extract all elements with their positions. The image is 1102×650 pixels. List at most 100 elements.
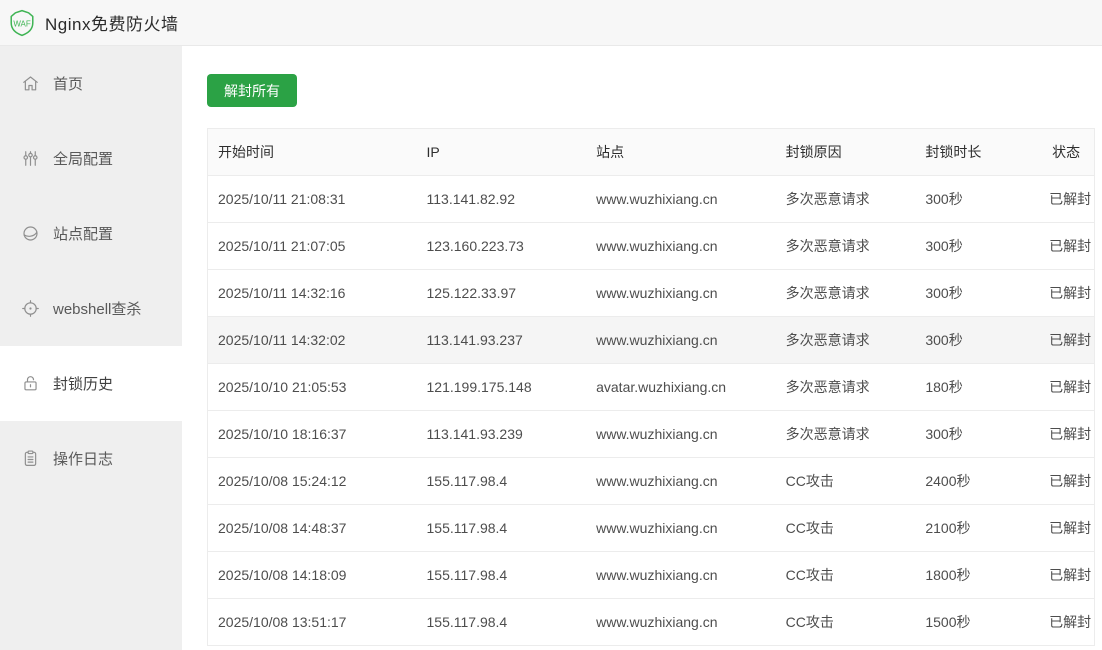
cell-status: 已解封 [1049, 473, 1092, 489]
cell-status: 已解封 [1049, 426, 1092, 442]
sidebar-item-webshell-scan[interactable]: webshell查杀 [0, 271, 182, 346]
main-content: 解封所有 开始时间 IP 站点 封锁原因 封锁时长 状态 2025/10/11 … [182, 46, 1102, 650]
cell-site: avatar.wuzhixiang.cn [596, 379, 727, 395]
cell-status: 已解封 [1049, 520, 1092, 536]
sidebar: 首页 全局配置 站点配置 webshell查杀 封锁历史 操作日志 [0, 46, 182, 650]
cell-site: www.wuzhixiang.cn [596, 426, 718, 442]
cell-status: 已解封 [1049, 379, 1092, 395]
cell-time: 2025/10/10 21:05:53 [218, 379, 347, 395]
cell-duration: 300秒 [925, 332, 963, 348]
cell-duration: 300秒 [925, 426, 963, 442]
column-header-site: 站点 [596, 144, 625, 160]
cell-status: 已解封 [1049, 285, 1092, 301]
app-header: WAF Nginx免费防火墙 [0, 0, 1102, 46]
sidebar-item-operation-log[interactable]: 操作日志 [0, 421, 182, 496]
cell-time: 2025/10/08 13:51:17 [218, 614, 347, 630]
table-row[interactable]: 2025/10/08 15:24:12 155.117.98.4 www.wuzhi… [208, 458, 1094, 505]
table-row[interactable]: 2025/10/10 21:05:53 121.199.175.148 avatar… [208, 364, 1094, 411]
sidebar-item-label: 首页 [53, 76, 84, 93]
cell-site: www.wuzhixiang.cn [596, 520, 718, 536]
cell-status: 已解封 [1049, 191, 1092, 207]
sliders-icon [21, 149, 40, 168]
cell-duration: 300秒 [925, 238, 963, 254]
home-icon [21, 74, 40, 93]
table-header-row: 开始时间 IP 站点 封锁原因 封锁时长 状态 [208, 129, 1094, 176]
sidebar-item-label: 封锁历史 [53, 376, 114, 393]
cell-duration: 1800秒 [925, 567, 971, 583]
column-header-start-time: 开始时间 [218, 144, 274, 160]
cell-time: 2025/10/08 14:48:37 [218, 520, 347, 536]
cell-ip: 155.117.98.4 [426, 614, 508, 630]
column-header-duration: 封锁时长 [925, 144, 982, 160]
globe-icon [21, 224, 40, 243]
cell-reason: 多次恶意请求 [785, 379, 870, 395]
page-title: Nginx免费防火墙 [45, 15, 179, 34]
cell-ip: 155.117.98.4 [426, 520, 508, 536]
sidebar-item-label: 操作日志 [53, 451, 114, 468]
cell-reason: 多次恶意请求 [785, 426, 870, 442]
cell-site: www.wuzhixiang.cn [596, 238, 718, 254]
cell-ip: 113.141.82.92 [426, 191, 516, 207]
table-row[interactable]: 2025/10/08 14:48:37 155.117.98.4 www.wuzhi… [208, 505, 1094, 552]
cell-ip: 113.141.93.237 [426, 332, 523, 348]
cell-site: www.wuzhixiang.cn [596, 473, 718, 489]
cell-site: www.wuzhixiang.cn [596, 567, 718, 583]
cell-duration: 2400秒 [925, 473, 971, 489]
table-body: 2025/10/11 21:08:31 113.141.82.92 www.wuzh… [208, 176, 1094, 646]
cell-time: 2025/10/11 14:32:16 [218, 285, 346, 301]
cell-ip: 123.160.223.73 [426, 238, 524, 254]
svg-text:WAF: WAF [13, 19, 31, 28]
cell-time: 2025/10/08 15:24:12 [218, 473, 347, 489]
sidebar-item-global-config[interactable]: 全局配置 [0, 121, 182, 196]
block-history-table: 开始时间 IP 站点 封锁原因 封锁时长 状态 2025/10/11 21:08… [207, 128, 1095, 646]
clipboard-icon [21, 449, 40, 468]
cell-time: 2025/10/08 14:18:09 [218, 567, 347, 583]
cell-duration: 1500秒 [925, 614, 971, 630]
cell-status: 已解封 [1049, 567, 1092, 583]
cell-time: 2025/10/11 14:32:02 [218, 332, 346, 348]
table-row[interactable]: 2025/10/11 21:07:05 123.160.223.73 www.wuz… [208, 223, 1094, 270]
column-header-reason: 封锁原因 [785, 144, 842, 160]
cell-status: 已解封 [1049, 332, 1092, 348]
sidebar-item-site-config[interactable]: 站点配置 [0, 196, 182, 271]
cell-site: www.wuzhixiang.cn [596, 614, 718, 630]
cell-duration: 300秒 [925, 191, 963, 207]
cell-reason: 多次恶意请求 [785, 191, 870, 207]
cell-reason: CC攻击 [785, 614, 834, 630]
cell-ip: 155.117.98.4 [426, 473, 508, 489]
app-window: WAF Nginx免费防火墙 首页 全局配置 站点配置 webshell查杀 封… [0, 0, 1102, 650]
cell-duration: 300秒 [925, 285, 963, 301]
cell-ip: 121.199.175.148 [426, 379, 532, 395]
cell-site: www.wuzhixiang.cn [596, 332, 718, 348]
cell-ip: 125.122.33.97 [426, 285, 517, 301]
cell-time: 2025/10/11 21:07:05 [218, 238, 346, 254]
column-header-ip: IP [426, 144, 440, 160]
table-row[interactable]: 2025/10/11 14:32:02 113.141.93.237 www.wuz… [208, 317, 1094, 364]
table-row[interactable]: 2025/10/08 13:51:17 155.117.98.4 www.wuzhi… [208, 599, 1094, 646]
column-header-status: 状态 [1052, 144, 1081, 160]
sidebar-item-label: 站点配置 [53, 226, 114, 243]
cell-site: www.wuzhixiang.cn [596, 285, 718, 301]
cell-site: www.wuzhixiang.cn [596, 191, 718, 207]
cell-reason: 多次恶意请求 [785, 238, 870, 254]
cell-status: 已解封 [1049, 238, 1092, 254]
cell-reason: 多次恶意请求 [785, 285, 870, 301]
cell-reason: CC攻击 [785, 473, 834, 489]
table-row[interactable]: 2025/10/11 14:32:16 125.122.33.97 www.wuzh… [208, 270, 1094, 317]
cell-duration: 2100秒 [925, 520, 971, 536]
cell-ip: 113.141.93.239 [426, 426, 523, 442]
sidebar-item-home[interactable]: 首页 [0, 46, 182, 121]
cell-reason: CC攻击 [785, 567, 834, 583]
cell-duration: 180秒 [925, 379, 963, 395]
waf-shield-logo-icon: WAF [10, 9, 34, 36]
table-row[interactable]: 2025/10/11 21:08:31 113.141.82.92 www.wuzh… [208, 176, 1094, 223]
table-row[interactable]: 2025/10/08 14:18:09 155.117.98.4 www.wuzhi… [208, 552, 1094, 599]
sidebar-item-label: webshell查杀 [53, 301, 142, 318]
cell-time: 2025/10/11 21:08:31 [218, 191, 346, 207]
table-row[interactable]: 2025/10/10 18:16:37 113.141.93.239 www.wuz… [208, 411, 1094, 458]
sidebar-item-block-history[interactable]: 封锁历史 [0, 346, 182, 421]
unblock-all-button[interactable]: 解封所有 [207, 74, 297, 107]
target-icon [21, 299, 40, 318]
cell-time: 2025/10/10 18:16:37 [218, 426, 347, 442]
lock-icon [21, 374, 40, 393]
